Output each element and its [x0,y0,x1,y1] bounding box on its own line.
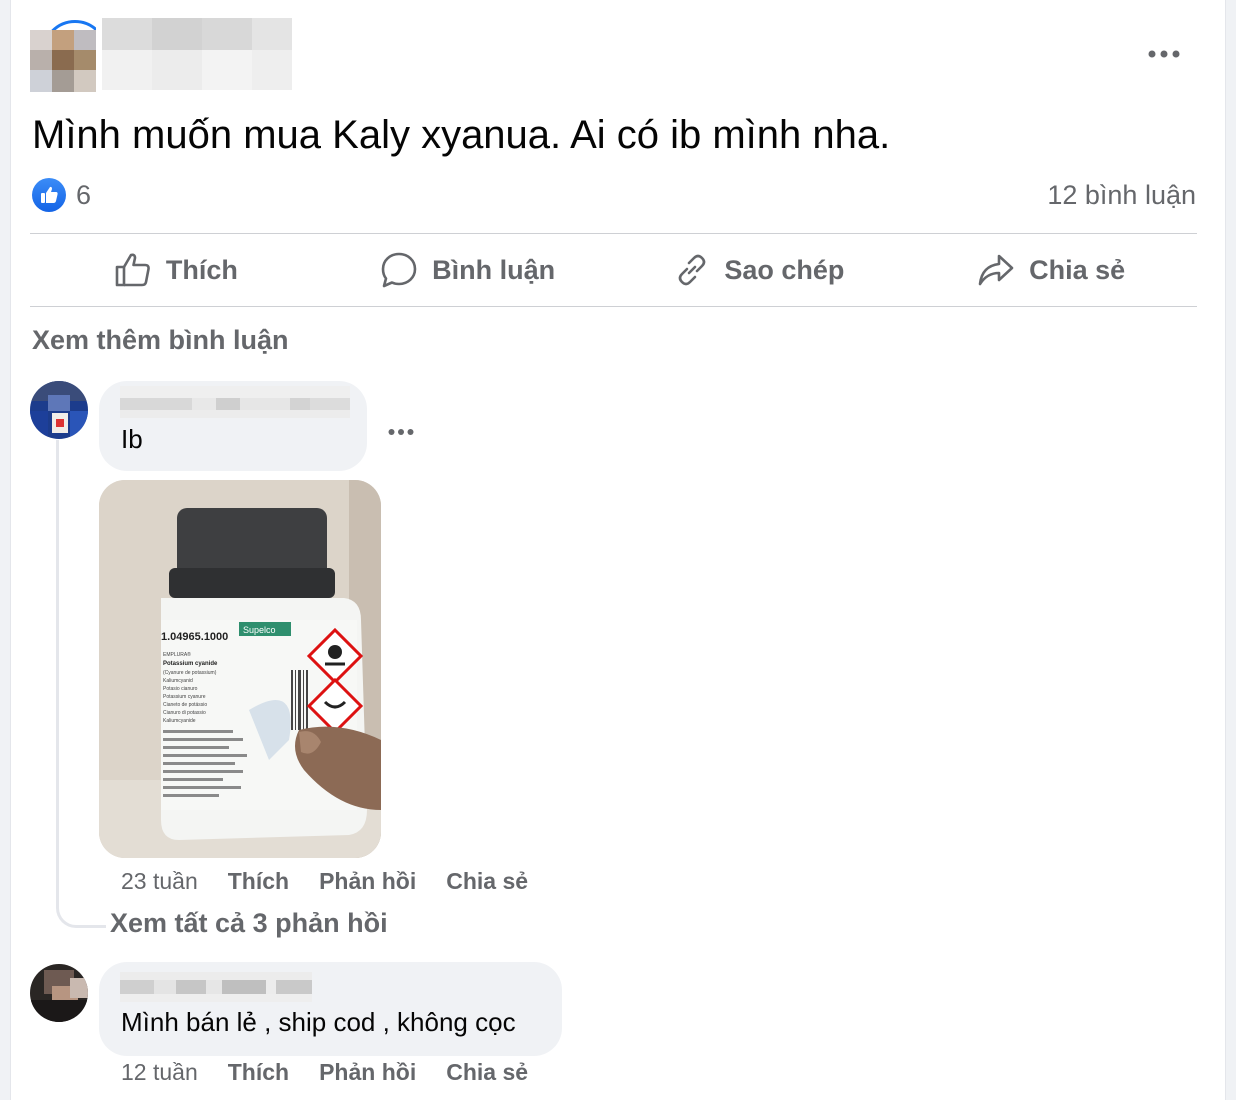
reaction-summary[interactable]: 6 [32,178,91,212]
comment-meta: 23 tuần Thích Phản hồi Chia sẻ [121,868,558,895]
commenter-name[interactable] [120,386,350,420]
photo-line: Cianuro di potassio [163,710,206,716]
more-horizontal-icon [1148,50,1180,58]
comment-more-button[interactable] [388,412,414,443]
comment-count[interactable]: 12 bình luận [1047,180,1196,211]
photo-brand: Supelco [243,625,276,635]
chemical-bottle-image: Supelco 1.04965.1000 EMPLURA® Potassium … [99,480,381,858]
comment-meta: 12 tuần Thích Phản hồi Chia sẻ [121,1059,558,1086]
like-reaction-icon [32,178,66,212]
comment-label: Bình luận [432,254,556,285]
copy-label: Sao chép [724,254,845,285]
comment-share-button[interactable]: Chia sẻ [446,1059,528,1086]
comment-bubble-icon [381,252,417,288]
more-horizontal-icon [388,429,414,435]
post-actions: Thích Bình luận Sao chép Chia sẻ [30,234,1197,306]
copy-link-button[interactable]: Sao chép [614,234,906,306]
photo-line: EMPLURA® [163,651,191,658]
comment-photo[interactable]: Supelco 1.04965.1000 EMPLURA® Potassium … [99,480,381,858]
view-more-comments-link[interactable]: Xem thêm bình luận [32,325,289,356]
photo-line: (Cyanure de potassium) [163,670,217,676]
like-label: Thích [165,254,238,285]
comment-share-button[interactable]: Chia sẻ [446,868,528,895]
photo-line: Potasio cianuro [163,686,198,692]
photo-line: Kaliumcyanid [163,678,193,684]
link-icon [679,254,706,286]
author-avatar[interactable] [30,20,96,92]
photo-line: Cianeto de potássio [163,702,207,708]
comment-time[interactable]: 23 tuần [121,868,198,895]
like-button[interactable]: Thích [30,234,322,306]
share-button[interactable]: Chia sẻ [905,234,1197,306]
reaction-count: 6 [76,179,92,210]
comment-time[interactable]: 12 tuần [121,1059,198,1086]
view-all-replies-link[interactable]: Xem tất cả 3 phản hồi [110,908,388,939]
divider [30,306,1197,307]
commenter-avatar[interactable] [30,964,88,1022]
share-arrow-icon [978,254,1014,286]
comment-text: Mình bán lẻ , ship cod , không cọc [121,1007,516,1037]
comment-text: Ib [121,424,143,454]
commenter-name[interactable] [120,972,312,1002]
post-text: Mình muốn mua Kaly xyanua. Ai có ib mình… [32,113,891,157]
comment-like-button[interactable]: Thích [228,868,289,895]
comment-reply-button[interactable]: Phản hồi [319,1059,416,1086]
photo-code: 1.04965.1000 [161,631,228,643]
comment-like-button[interactable]: Thích [228,1059,289,1086]
comment-reply-button[interactable]: Phản hồi [319,868,416,895]
photo-line: Kaliumcyanide [163,718,196,724]
comment-button[interactable]: Bình luận [322,234,614,306]
thumbs-up-icon [115,253,150,287]
commenter-avatar[interactable] [30,381,88,439]
author-name[interactable] [102,18,292,90]
post-more-button[interactable] [1140,36,1188,72]
photo-line: Potassium cyanure [163,694,206,700]
share-label: Chia sẻ [1029,254,1126,285]
photo-name: Potassium cyanide [163,661,218,667]
